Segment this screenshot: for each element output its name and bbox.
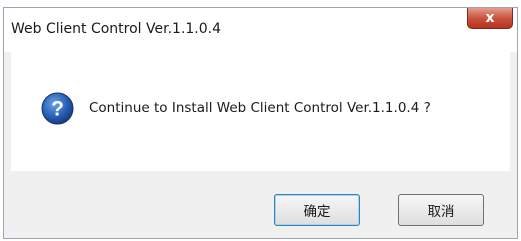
svg-text:?: ? [51,98,64,121]
close-icon: x [485,9,495,26]
message-area: ? Continue to Install Web Client Control… [11,52,510,171]
confirm-message: Continue to Install Web Client Control V… [89,100,431,116]
install-dialog: Web Client Control Ver.1.1.0.4 x ? Conti… [3,7,518,239]
cancel-button[interactable]: 取消 [398,194,484,226]
ok-button[interactable]: 确定 [274,194,360,226]
cancel-button-label: 取消 [427,204,455,220]
close-button[interactable]: x [467,8,513,29]
ok-button-label: 确定 [303,204,331,220]
question-icon: ? [41,92,74,125]
window-title: Web Client Control Ver.1.1.0.4 [11,21,222,37]
title-bar[interactable]: Web Client Control Ver.1.1.0.4 x [4,8,517,52]
